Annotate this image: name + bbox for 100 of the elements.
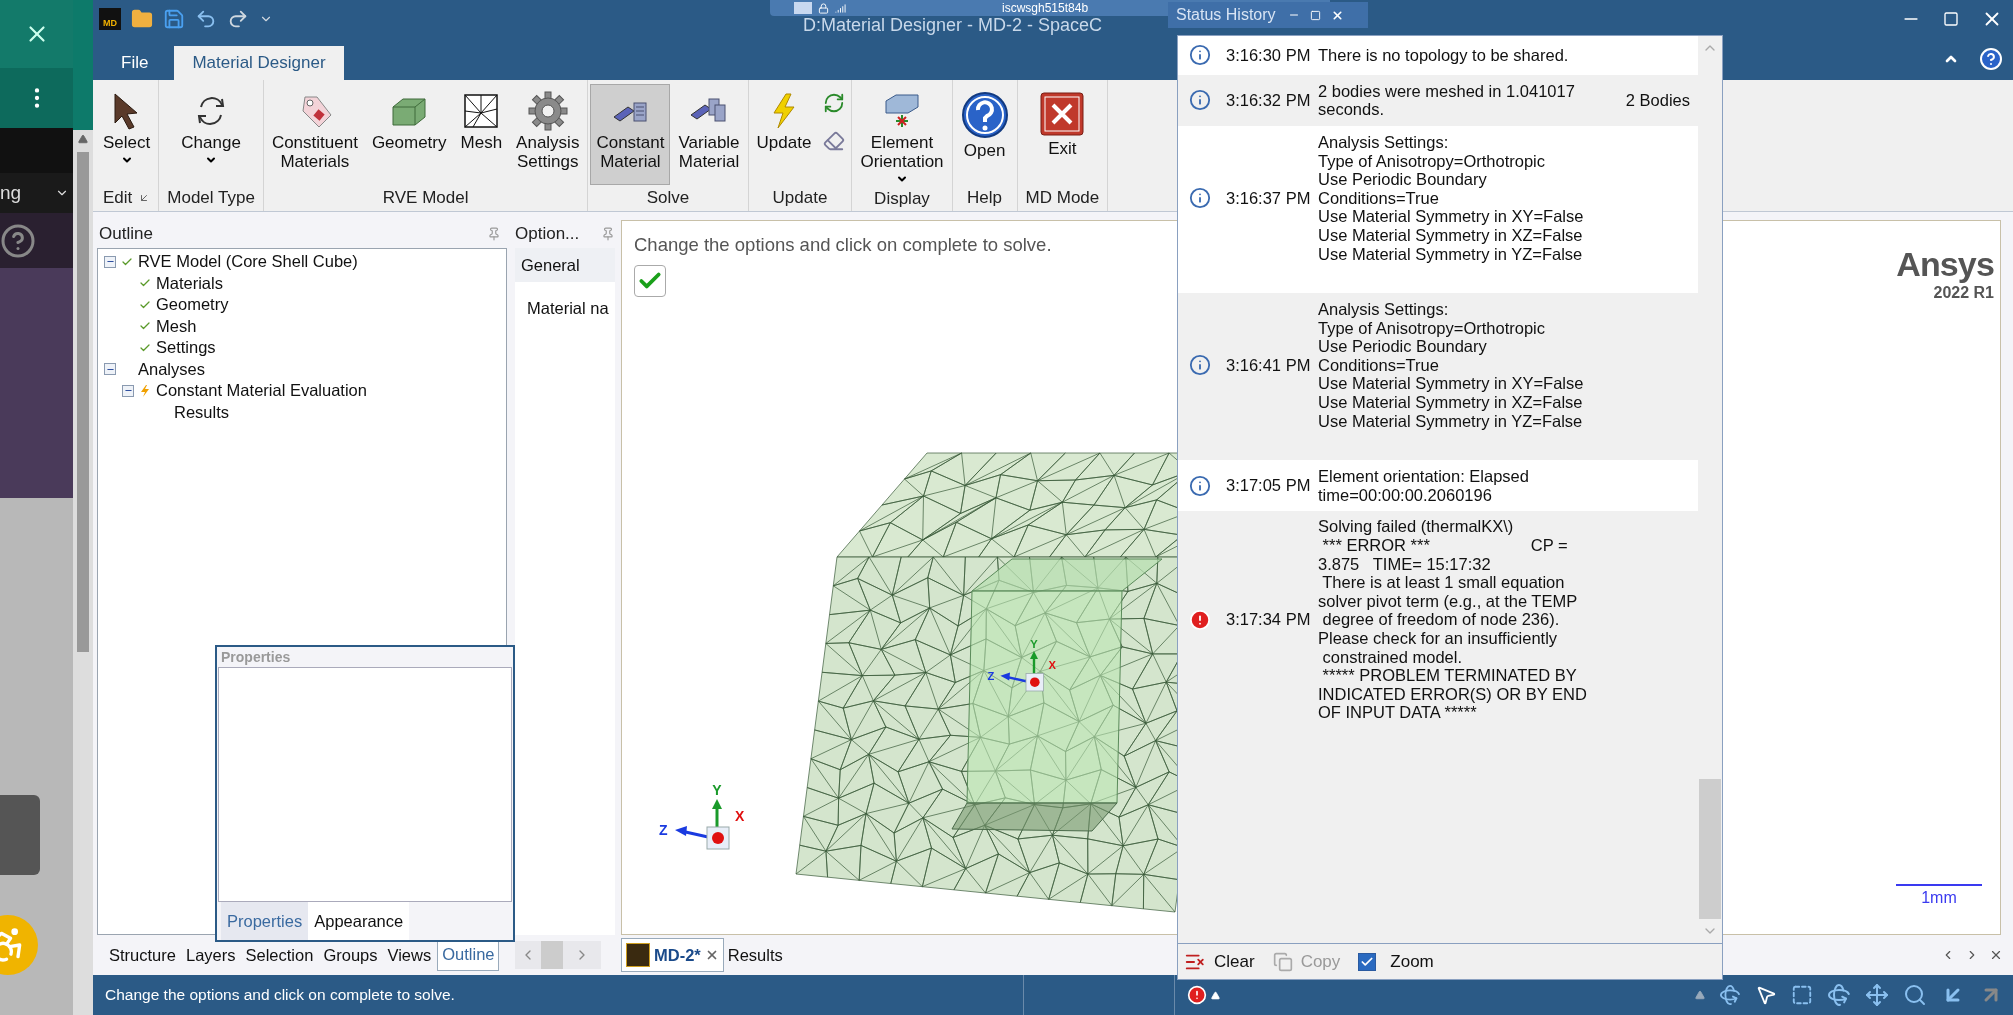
ribbon-button[interactable]: Update: [750, 84, 818, 185]
group-label: Edit: [103, 187, 133, 210]
collapse-toggle[interactable]: [104, 363, 116, 376]
exit-icon: [1039, 91, 1086, 137]
ribbon-button[interactable]: Geometry: [365, 84, 453, 185]
lightning-bolt-icon: [140, 384, 150, 397]
save-icon[interactable]: [163, 8, 185, 30]
info-icon: [1189, 474, 1211, 497]
help-icon: [960, 91, 1009, 139]
group-label: RVE Model: [382, 187, 469, 210]
copy-icon: [1272, 951, 1293, 972]
expand-icon[interactable]: [1695, 990, 1705, 1000]
help-icon[interactable]: [1979, 47, 2003, 71]
remote-host-label: iscwsgh515t84b: [1002, 2, 1089, 14]
entry-message: Element orientation: Elapsed time=00:00:00.2060196: [1318, 467, 1530, 505]
help-icon[interactable]: [0, 222, 36, 259]
version-label: 2022 R1: [1933, 283, 1994, 303]
ribbon-button[interactable]: Select: [97, 84, 157, 185]
group-label: Solve: [646, 187, 690, 210]
instruction-text: Change the options and click on complete to solve.: [634, 233, 1052, 257]
brand-logo: Ansys: [1896, 247, 1994, 281]
ribbon-button[interactable]: Variable Material: [672, 84, 746, 185]
scale-label: 1mm: [1921, 888, 1957, 908]
ribbon-button[interactable]: Mesh: [454, 84, 509, 185]
ribbon-button[interactable]: Open: [954, 84, 1015, 185]
scrollbar-thumb[interactable]: [541, 941, 563, 969]
entry-time: 3:16:32 PM: [1225, 89, 1311, 111]
clear-button[interactable]: Clear: [1184, 948, 1255, 975]
scroll-up-icon[interactable]: [78, 134, 88, 144]
entry-time: 3:17:05 PM: [1225, 475, 1311, 497]
cut-off-label: ng: [0, 180, 22, 205]
entry-message: There is no topology to be shared.: [1318, 46, 1570, 65]
ribbon-button[interactable]: Constituent Materials: [265, 84, 364, 185]
group-label: Display: [874, 188, 930, 210]
restore-icon[interactable]: [1943, 11, 1959, 27]
error-icon: [1189, 608, 1211, 631]
menu-tab[interactable]: File: [103, 46, 167, 80]
zoom-checkbox[interactable]: [1358, 952, 1377, 971]
pin-icon[interactable]: [601, 227, 615, 241]
entry-message: 2 bodies were meshed in 1.041017 seconds.: [1318, 81, 1576, 119]
entry-message: Analysis Settings: Type of Anisotropy=Orthotropic Use Periodic Boundary Conditions=True Use Material Symmetry in XY=False Use Material Symmetry in XZ=False Use Material Symmetry in YZ=False: [1318, 132, 1585, 264]
entry-time: 3:16:41 PM: [1225, 354, 1311, 376]
group-label: Update: [772, 187, 828, 210]
collapse-toggle[interactable]: [104, 255, 116, 268]
panel-tab[interactable]: Layers: [181, 939, 240, 971]
ribbon-button[interactable]: Change: [175, 84, 247, 185]
signal-icon: [835, 2, 846, 14]
entry-time: 3:16:37 PM: [1225, 187, 1311, 209]
info-icon: [1189, 354, 1211, 377]
document-tab[interactable]: Results: [723, 938, 787, 972]
info-icon: [1189, 187, 1211, 209]
refresh-icon[interactable]: [823, 92, 846, 114]
entry-message: Analysis Settings: Type of Anisotropy=Orthotropic Use Periodic Boundary Conditions=True Use Material Symmetry in XY=False Use Material Symmetry in XZ=False Use Material Symmetry in YZ=False: [1318, 300, 1585, 431]
status-message: Change the options and click on complete to solve.: [104, 985, 456, 1006]
group-label: MD Mode: [1025, 187, 1100, 210]
collapse-toggle[interactable]: [122, 384, 134, 397]
info-icon: [1189, 89, 1211, 112]
scrollbar-thumb[interactable]: [1699, 779, 1721, 919]
redo-icon[interactable]: [227, 8, 249, 30]
panel-title: Option...: [515, 223, 580, 246]
pin-icon[interactable]: [487, 227, 501, 241]
ribbon-button[interactable]: Element Orientation: [854, 84, 950, 186]
entry-time: 3:17:34 PM: [1225, 609, 1311, 631]
group-label: Help: [967, 187, 1003, 210]
ribbon-button[interactable]: Constant Material: [590, 84, 671, 185]
properties-tab[interactable]: Properties: [221, 902, 309, 940]
eraser-icon[interactable]: [823, 130, 846, 152]
properties-tab[interactable]: Appearance: [308, 902, 410, 940]
pointer-icon[interactable]: [1755, 984, 1777, 1006]
menu-tab[interactable]: Material Designer: [174, 46, 344, 80]
app-logo: MD: [99, 8, 121, 30]
zoom-icon[interactable]: [1903, 983, 1927, 1007]
checkbox-label: Zoom: [1390, 950, 1434, 973]
close-icon[interactable]: [1330, 8, 1344, 22]
lock-icon: [818, 2, 829, 14]
ribbon-button[interactable]: Analysis Settings: [510, 84, 586, 185]
close-icon[interactable]: [1989, 948, 2003, 962]
field-label: Material na: [527, 299, 609, 317]
panel-tab[interactable]: Groups: [319, 939, 382, 971]
scrollbar-thumb[interactable]: [77, 152, 89, 652]
panel-tab[interactable]: Structure: [105, 939, 180, 971]
complete-button[interactable]: [634, 264, 666, 297]
restore-icon[interactable]: [1309, 9, 1321, 21]
panel-tab[interactable]: Selection: [241, 939, 318, 971]
entry-time: 3:16:30 PM: [1225, 45, 1311, 66]
window-title: Status History: [1176, 5, 1276, 25]
orbit-icon[interactable]: [1827, 983, 1851, 1007]
panel-title: Properties: [221, 649, 291, 665]
document-tab[interactable]: MD-2*: [621, 938, 724, 972]
gear-icon: [527, 91, 568, 131]
ribbon-button[interactable]: Exit: [1033, 84, 1092, 185]
panel-title: Outline: [99, 223, 153, 246]
pan-icon[interactable]: [1865, 983, 1889, 1007]
error-icon[interactable]: [1187, 985, 1207, 1005]
rotate-icon[interactable]: [1719, 984, 1741, 1006]
folder-icon[interactable]: [131, 8, 153, 30]
info-icon: [1189, 44, 1211, 67]
box-select-icon[interactable]: [1791, 984, 1813, 1006]
undo-icon[interactable]: [195, 8, 217, 30]
panel-tab[interactable]: Views: [383, 939, 436, 971]
